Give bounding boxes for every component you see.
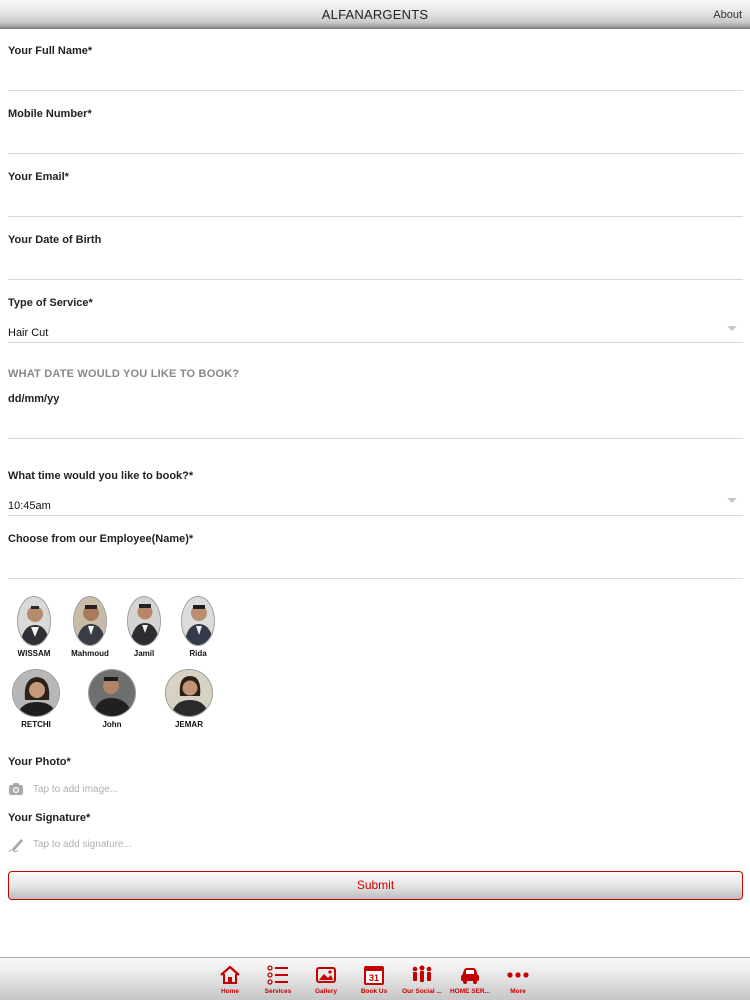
tab-home[interactable]: Home	[207, 964, 253, 995]
service-type-label: Type of Service*	[8, 297, 93, 309]
tab-home-services[interactable]: HOME SER...	[447, 964, 493, 995]
gallery-icon	[303, 964, 349, 986]
employee-photo	[88, 669, 136, 717]
calendar-icon: 31	[351, 964, 397, 986]
signature-label: Your Signature*	[8, 812, 91, 824]
pen-icon	[8, 837, 26, 858]
mobile-number-label: Mobile Number*	[8, 108, 92, 120]
camera-icon	[8, 782, 24, 801]
email-label: Your Email*	[8, 171, 69, 183]
employee-label: Choose from our Employee(Name)*	[8, 533, 194, 545]
employee-option[interactable]: JEMAR	[161, 669, 217, 729]
date-of-birth-field[interactable]: Your Date of Birth	[8, 231, 743, 280]
tab-label: HOME SER...	[449, 988, 491, 995]
photo-picker[interactable]: Tap to add image...	[8, 782, 208, 798]
employee-field: Choose from our Employee(Name)*	[8, 530, 743, 579]
booking-time-value: 10:45am	[8, 500, 51, 512]
tab-book-us[interactable]: 31 Book Us	[351, 964, 397, 995]
tab-label: Book Us	[360, 988, 388, 995]
mobile-number-field[interactable]: Mobile Number*	[8, 105, 743, 154]
employee-name: RETCHI	[21, 720, 51, 729]
top-navigation-bar: ALFANARGENTS About	[0, 0, 750, 29]
more-icon	[495, 964, 541, 986]
booking-time-select[interactable]: What time would you like to book?* 10:45…	[8, 467, 743, 516]
employee-name: Jamil	[133, 649, 155, 658]
tab-label: Our Social ...	[402, 988, 442, 995]
tab-gallery[interactable]: Gallery	[303, 964, 349, 995]
chevron-down-icon	[727, 498, 737, 503]
employee-photo	[73, 596, 107, 646]
employee-option[interactable]: Rida	[170, 596, 226, 658]
tab-label: More	[510, 988, 526, 995]
people-icon	[399, 964, 445, 986]
tab-services[interactable]: Services	[255, 964, 301, 995]
employee-name: Rida	[189, 649, 207, 658]
tab-more[interactable]: More	[495, 964, 541, 995]
svg-text:31: 31	[369, 973, 379, 983]
signature-hint: Tap to add signature...	[33, 839, 132, 850]
app-title: ALFANARGENTS	[321, 7, 429, 22]
service-type-select[interactable]: Type of Service* Hair Cut	[8, 294, 743, 343]
booking-date-value: dd/mm/yy	[8, 393, 60, 405]
date-of-birth-label: Your Date of Birth	[8, 234, 102, 246]
employee-photo	[127, 596, 161, 646]
full-name-label: Your Full Name*	[8, 45, 93, 57]
list-icon	[255, 964, 301, 986]
employee-option[interactable]: RETCHI	[8, 669, 64, 729]
employee-photo	[17, 596, 51, 646]
about-link[interactable]: About	[713, 9, 742, 21]
email-field[interactable]: Your Email*	[8, 168, 743, 217]
employee-option[interactable]: Jamil	[116, 596, 172, 658]
employee-option[interactable]: WISSAM	[6, 596, 62, 658]
booking-date-heading: WHAT DATE WOULD YOU LIKE TO BOOK?	[8, 368, 240, 380]
home-icon	[207, 964, 253, 986]
employee-name: John	[102, 720, 122, 729]
employee-photo	[12, 669, 60, 717]
service-type-value: Hair Cut	[8, 327, 49, 339]
employee-name: Mahmoud	[71, 649, 109, 658]
bottom-tab-bar: Home Services Gallery 31 Book Us Our Soc…	[0, 957, 750, 1000]
tab-label: Gallery	[314, 988, 338, 995]
employee-photo	[181, 596, 215, 646]
employee-name: JEMAR	[174, 720, 203, 729]
employee-option[interactable]: Mahmoud	[62, 596, 118, 658]
employee-name: WISSAM	[17, 649, 51, 658]
booking-time-label: What time would you like to book?*	[8, 470, 194, 482]
submit-button[interactable]: Submit	[8, 871, 743, 900]
signature-pad[interactable]: Tap to add signature...	[8, 837, 208, 853]
employee-photo	[165, 669, 213, 717]
photo-hint: Tap to add image...	[33, 784, 119, 795]
booking-date-field[interactable]: dd/mm/yy	[8, 390, 743, 439]
tab-our-social[interactable]: Our Social ...	[399, 964, 445, 995]
employee-option[interactable]: John	[84, 669, 140, 729]
photo-label: Your Photo*	[8, 756, 71, 768]
chevron-down-icon	[727, 326, 737, 331]
tab-label: Services	[264, 988, 292, 995]
car-icon	[447, 964, 493, 986]
tab-label: Home	[220, 988, 240, 995]
full-name-field[interactable]: Your Full Name*	[8, 42, 743, 91]
